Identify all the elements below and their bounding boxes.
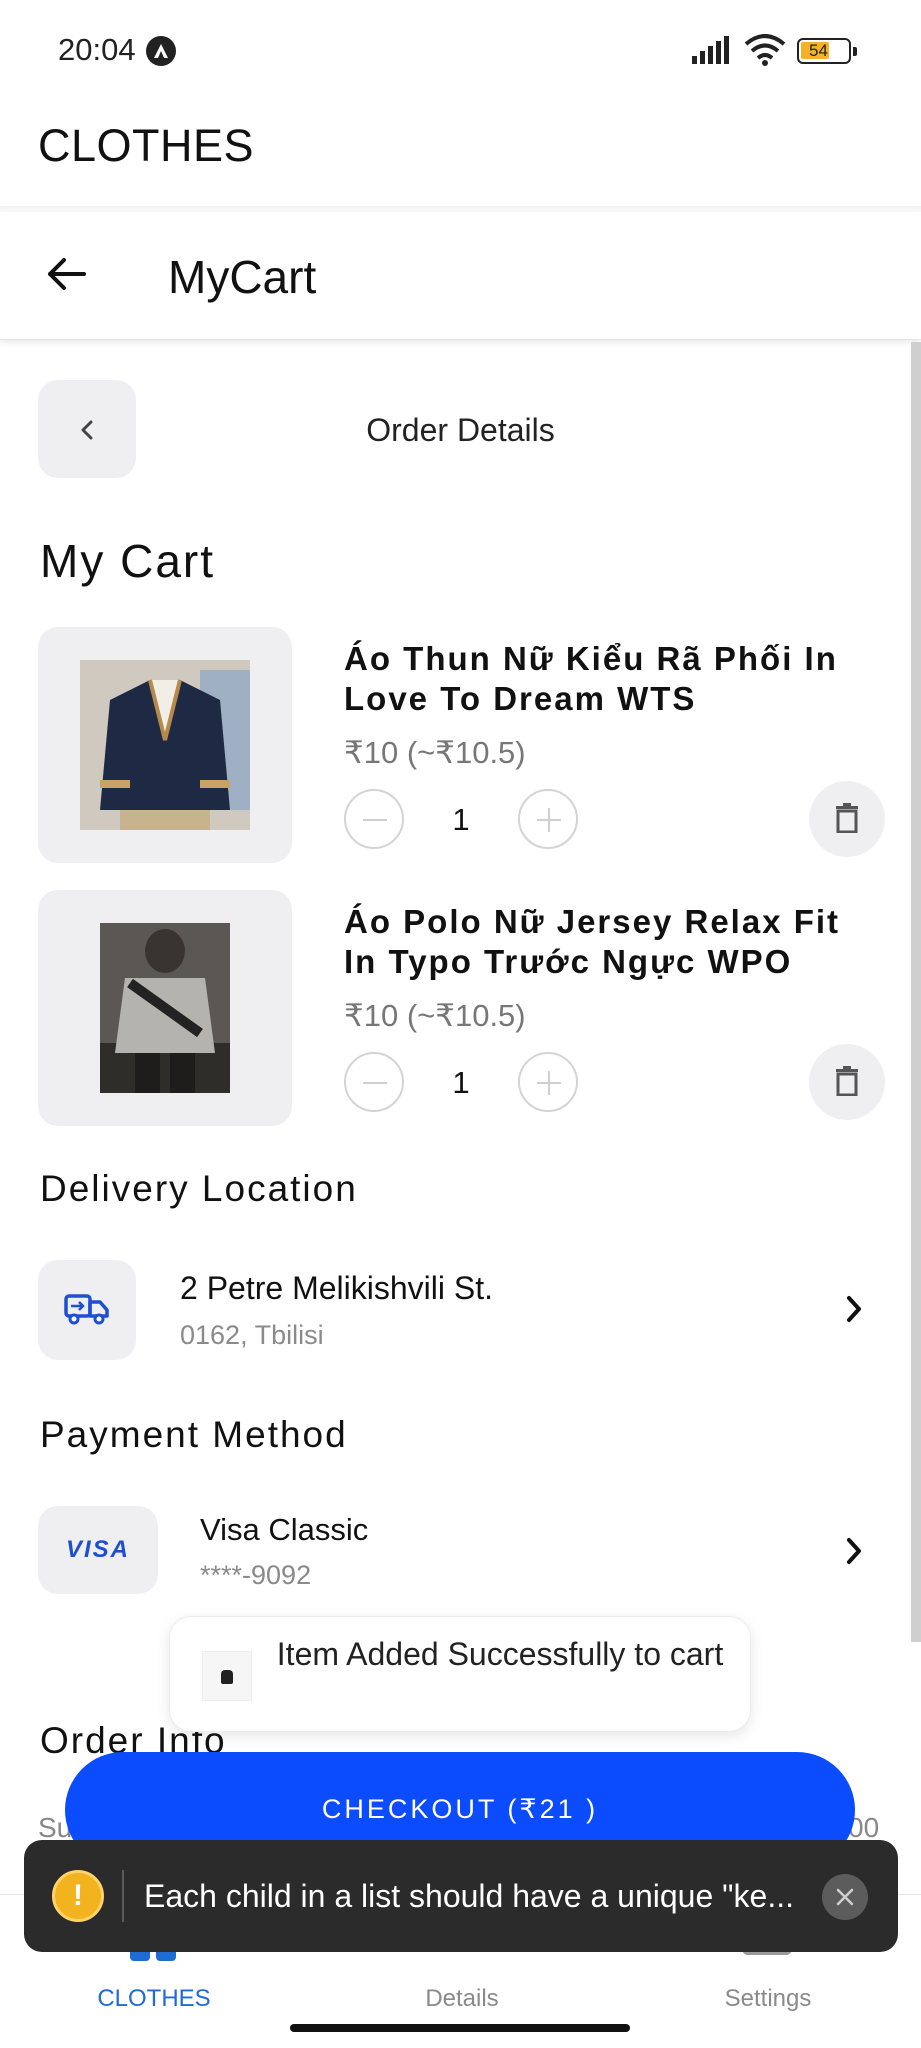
decrease-quantity-button[interactable] bbox=[344, 789, 404, 849]
delivery-location-heading: Delivery Location bbox=[40, 1168, 358, 1209]
trash-icon bbox=[836, 1066, 858, 1096]
increase-quantity-button[interactable] bbox=[518, 1052, 578, 1112]
order-details-title: Order Details bbox=[366, 412, 555, 448]
tab-details[interactable]: Details bbox=[362, 1985, 562, 2013]
success-toast: Item Added Successfully to cart bbox=[169, 1616, 751, 1732]
wifi-icon bbox=[744, 34, 786, 66]
payment-method-heading: Payment Method bbox=[40, 1414, 348, 1455]
cart-item: Áo Polo Nữ Jersey Relax Fit In Typo Trướ… bbox=[38, 890, 885, 1126]
tab-clothes[interactable]: CLOTHES bbox=[54, 1985, 254, 2013]
battery-level: 54 bbox=[809, 41, 828, 60]
dev-warning-banner[interactable]: ! Each child in a list should have a uni… bbox=[24, 1840, 898, 1952]
tab-settings[interactable]: Settings bbox=[668, 1985, 868, 2013]
card-name: Visa Classic bbox=[200, 1512, 369, 1547]
product-thumbnail[interactable] bbox=[38, 890, 292, 1126]
quantity-value: 1 bbox=[452, 1065, 470, 1100]
product-price: ₹10 (~₹10.5) bbox=[344, 735, 526, 770]
signal-icon bbox=[692, 36, 729, 64]
quantity-value: 1 bbox=[452, 802, 470, 837]
delivery-location-row[interactable]: 2 Petre Melikishvili St. 0162, Tbilisi bbox=[38, 1260, 884, 1360]
card-number: ****-9092 bbox=[200, 1560, 312, 1590]
chevron-right-icon bbox=[847, 1538, 861, 1564]
battery-icon: 54 bbox=[797, 38, 857, 64]
product-price: ₹10 (~₹10.5) bbox=[344, 998, 526, 1033]
product-name[interactable]: Áo Thun Nữ Kiểu Rã Phối In Love To Dream… bbox=[344, 639, 884, 719]
delete-item-button[interactable] bbox=[809, 781, 885, 857]
delivery-city: 0162, Tbilisi bbox=[180, 1320, 324, 1350]
visa-logo-container: VISA bbox=[38, 1506, 158, 1594]
close-icon bbox=[836, 1888, 854, 1906]
delivery-icon-container bbox=[38, 1260, 136, 1360]
delivery-address: 2 Petre Melikishvili St. bbox=[180, 1270, 493, 1306]
scrollbar[interactable] bbox=[911, 342, 921, 1642]
my-cart-heading: My Cart bbox=[40, 535, 215, 587]
screen-title: MyCart bbox=[168, 251, 317, 303]
app-title: CLOTHES bbox=[38, 120, 255, 171]
status-bar: 20:04 54 bbox=[0, 0, 921, 100]
product-image bbox=[80, 660, 250, 830]
warning-icon: ! bbox=[52, 1870, 104, 1922]
navigation-bar: MyCart bbox=[0, 212, 921, 340]
app-notification-icon bbox=[146, 36, 176, 66]
product-thumbnail[interactable] bbox=[38, 627, 292, 863]
status-time: 20:04 bbox=[58, 32, 136, 67]
increase-quantity-button[interactable] bbox=[518, 789, 578, 849]
product-image bbox=[100, 923, 230, 1093]
delivery-truck-icon bbox=[64, 1294, 109, 1325]
cart-item: Áo Thun Nữ Kiểu Rã Phối In Love To Dream… bbox=[38, 627, 885, 863]
delete-item-button[interactable] bbox=[809, 1044, 885, 1120]
banner-divider bbox=[122, 1870, 124, 1922]
trash-icon bbox=[836, 803, 858, 833]
visa-logo: VISA bbox=[65, 1536, 130, 1563]
payment-method-row[interactable]: VISA Visa Classic ****-9092 bbox=[38, 1506, 884, 1594]
checkout-label: CHECKOUT (₹21 ) bbox=[321, 1794, 599, 1824]
warning-message[interactable]: Each child in a list should have a uniqu… bbox=[144, 1878, 834, 1915]
decrease-quantity-button[interactable] bbox=[344, 1052, 404, 1112]
dismiss-warning-button[interactable] bbox=[822, 1874, 868, 1920]
home-indicator[interactable] bbox=[290, 2024, 630, 2032]
chevron-right-icon bbox=[847, 1296, 861, 1322]
toast-product-icon bbox=[202, 1651, 252, 1701]
toast-message: Item Added Successfully to cart bbox=[276, 1636, 724, 1672]
arrow-left-icon[interactable] bbox=[44, 252, 88, 296]
product-name[interactable]: Áo Polo Nữ Jersey Relax Fit In Typo Trướ… bbox=[344, 902, 884, 982]
